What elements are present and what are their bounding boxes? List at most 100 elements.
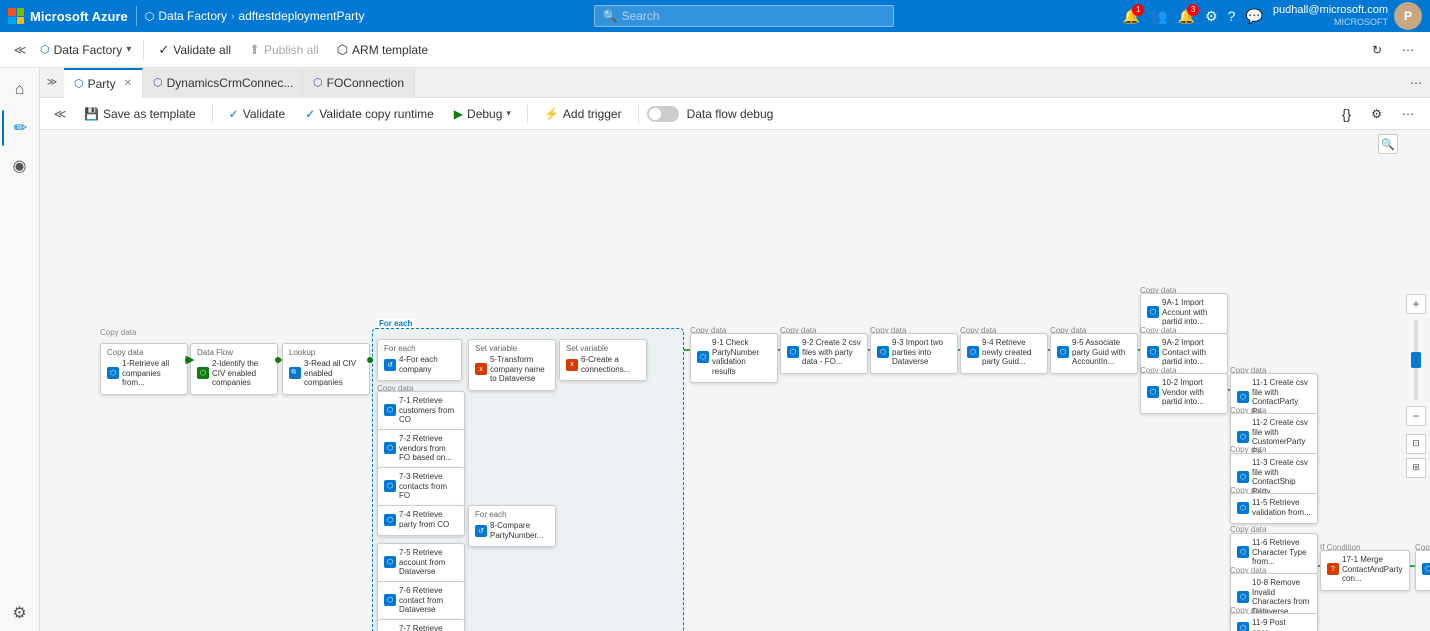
user-email: pudhall@microsoft.com <box>1273 4 1388 17</box>
validate-button[interactable]: ✓ Validate <box>221 104 294 124</box>
node-4-name: 4-For each company <box>399 355 455 374</box>
save-template-label: Save as template <box>103 107 196 121</box>
node-8[interactable]: For each ↺ 8-Compare PartyNumber... <box>468 505 556 547</box>
notifications-icon[interactable]: 🔔 1 <box>1123 8 1140 25</box>
canvas-search-btn[interactable]: 🔍 <box>1378 134 1398 154</box>
node-1-type: Copy data <box>107 348 181 357</box>
search-box[interactable]: 🔍 <box>594 5 894 27</box>
node-7-5[interactable]: ⬡ 7-5 Retrieve account from Dataverse <box>377 543 465 584</box>
node-7-3[interactable]: ⬡ 7-3 Retrieve contacts from FO <box>377 467 465 508</box>
toolbar-more-button[interactable]: ⋯ <box>1394 39 1422 61</box>
node-7-1[interactable]: ⬡ 7-1 Retrieve customers from CO <box>377 391 465 432</box>
validate-all-button[interactable]: ✓ Validate all <box>150 38 239 62</box>
node-2-name: 2-Identify the CIV enabled companies <box>212 359 271 388</box>
tab-dynamics[interactable]: ⬡ DynamicsCrmConnec... <box>143 68 303 98</box>
node-17-1[interactable]: ? 17-1 Merge ContactAndParty con... <box>1320 550 1410 591</box>
tab-party[interactable]: ⬡ Party ✕ <box>64 68 143 98</box>
node-7-2[interactable]: ⬡ 7-2 Retrieve vendors from FO based on.… <box>377 429 465 470</box>
data-factory-toolbar-label: ⬡ Data Factory ▾ <box>34 43 137 57</box>
debug-label: Debug <box>467 107 502 121</box>
code-btn[interactable]: {} <box>1334 103 1359 125</box>
sidebar-item-author[interactable]: ✏ <box>2 110 38 146</box>
node-3-name: 3-Read all CIV enabled companies <box>304 359 363 388</box>
user-text: pudhall@microsoft.com MICROSOFT <box>1273 4 1388 28</box>
node-7-3-name: 7-3 Retrieve contacts from FO <box>399 472 458 501</box>
main-toolbar: ≪ ⬡ Data Factory ▾ ✓ Validate all ⬆ Publ… <box>0 32 1430 68</box>
node-7-4-icon: ⬡ <box>384 514 396 526</box>
debug-button[interactable]: ▶ Debug ▾ <box>446 104 519 124</box>
zoom-reset-button[interactable]: ⊞ <box>1406 458 1426 478</box>
node-2[interactable]: Data Flow ⬡ 2-Identify the CIV enabled c… <box>190 343 278 395</box>
node-9a-2-name: 9A-2 Import Contact with partid into... <box>1162 338 1221 367</box>
second-toolbar: ≪ 💾 Save as template ✓ Validate ✓ Valida… <box>40 98 1430 130</box>
node-9-1-icon: ⬡ <box>697 351 709 363</box>
data-factory-link[interactable]: ⬡ Data Factory <box>145 9 227 23</box>
sidebar-item-manage[interactable]: ⚙ <box>2 595 38 631</box>
zoom-track[interactable] <box>1414 320 1418 400</box>
node-9-2[interactable]: ⬡ 9-2 Create 2 csv files with party data… <box>780 333 868 374</box>
top-bar: Microsoft Azure ⬡ Data Factory › adftest… <box>0 0 1430 32</box>
node-4[interactable]: For each ↺ 4-For each company <box>377 339 462 381</box>
validate-copy-label: Validate copy runtime <box>319 107 434 121</box>
tab-collapse-btn[interactable]: ≫ <box>40 68 64 98</box>
tab-party-label: Party <box>88 77 116 91</box>
ms-azure-logo[interactable]: Microsoft Azure <box>8 8 128 24</box>
directory-icon[interactable]: 👥 <box>1150 8 1167 25</box>
node-7-2-icon: ⬡ <box>384 442 396 454</box>
node-11-9[interactable]: ⬡ 11-9 Post once... <box>1230 613 1318 631</box>
search-input[interactable] <box>622 9 885 23</box>
parameters-btn[interactable]: ⚙ <box>1363 103 1390 125</box>
feedback-icon[interactable]: 💬 <box>1245 8 1262 25</box>
node-1[interactable]: Copy data ⬡ 1-Retrieve all companies fro… <box>100 343 188 395</box>
ms-logo-icon <box>8 8 24 24</box>
top-bar-actions: 🔔 1 👥 🔔 3 ⚙ ? 💬 pudhall@microsoft.com MI… <box>1123 2 1422 30</box>
node-9-5[interactable]: ⬡ 9-5 Associate party Guid with AccountI… <box>1050 333 1138 374</box>
foreach-label: For each <box>377 319 414 328</box>
publish-all-button[interactable]: ⬆ Publish all <box>241 38 327 62</box>
node-2-icon: ⬡ <box>197 367 209 379</box>
zoom-out-button[interactable]: − <box>1406 406 1426 426</box>
node-9-4[interactable]: ⬡ 9-4 Retrieve newly created party Guid.… <box>960 333 1048 374</box>
alerts-icon[interactable]: 🔔 3 <box>1178 8 1195 25</box>
sidebar-item-home[interactable]: ⌂ <box>2 72 38 108</box>
sidebar-item-monitor[interactable]: ◉ <box>2 148 38 184</box>
sidebar-collapse-btn[interactable]: ≪ <box>8 38 32 62</box>
dataflow-debug-toggle[interactable] <box>647 106 679 122</box>
tab-fo[interactable]: ⬡ FOConnection <box>303 68 415 98</box>
node-9-3[interactable]: ⬡ 9-3 Import two parties into Dataverse <box>870 333 958 374</box>
second-toolbar-collapse[interactable]: ≪ <box>48 102 72 126</box>
settings-icon[interactable]: ⚙ <box>1205 8 1218 25</box>
tab-party-close[interactable]: ✕ <box>124 78 132 89</box>
node-7-6[interactable]: ⬡ 7-6 Retrieve contact from Dataverse <box>377 581 465 622</box>
node-9-1-header: ⬡ 9-1 Check PartyNumber validation resul… <box>697 338 771 376</box>
refresh-button[interactable]: ↻ <box>1364 39 1390 61</box>
node-1-name: 1-Retrieve all companies from... <box>122 359 181 388</box>
node-11-4[interactable]: ⬡ 11-5 Retrieve validation from... <box>1230 493 1318 524</box>
save-as-template-button[interactable]: 💾 Save as template <box>76 104 204 124</box>
node-3[interactable]: Lookup 🔍 3-Read all CIV enabled companie… <box>282 343 370 395</box>
node-7-7[interactable]: ⬡ 7-7 Retrieve vendors from Dataverse <box>377 619 465 631</box>
debug-dropdown-icon[interactable]: ▾ <box>506 108 511 119</box>
node-5[interactable]: Set variable x 5-Transform company name … <box>468 339 556 391</box>
user-profile[interactable]: pudhall@microsoft.com MICROSOFT P <box>1273 2 1422 30</box>
arm-template-button[interactable]: ⬡ ARM template <box>329 38 436 62</box>
validate-copy-button[interactable]: ✓ Validate copy runtime <box>297 104 442 124</box>
canvas-more-btn[interactable]: ⋯ <box>1394 103 1422 125</box>
node-9-1[interactable]: ⬡ 9-1 Check PartyNumber validation resul… <box>690 333 778 383</box>
node-11-2-icon: ⬡ <box>1237 431 1249 443</box>
add-trigger-icon: ⚡ <box>544 107 559 121</box>
arm-template-icon: ⬡ <box>337 42 348 58</box>
tab-fo-label: FOConnection <box>327 76 404 90</box>
node-7-4[interactable]: ⬡ 7-4 Retrieve party from CO <box>377 505 465 536</box>
node-9-5-icon: ⬡ <box>1057 346 1069 358</box>
zoom-in-button[interactable]: + <box>1406 294 1426 314</box>
help-icon[interactable]: ? <box>1228 8 1236 24</box>
node-10-2-header: ⬡ 10-2 Import Vendor with partid into... <box>1147 378 1221 407</box>
add-trigger-button[interactable]: ⚡ Add trigger <box>536 104 630 124</box>
tab-more-button[interactable]: ⋯ <box>1402 76 1430 90</box>
node-10-2[interactable]: ⬡ 10-2 Import Vendor with partid into... <box>1140 373 1228 414</box>
node-6[interactable]: Set variable x 6-Create a connections... <box>559 339 647 381</box>
toolbar-dropdown-icon[interactable]: ▾ <box>126 44 131 55</box>
node-4-icon: ↺ <box>384 359 396 371</box>
zoom-fit-button[interactable]: ⊡ <box>1406 434 1426 454</box>
